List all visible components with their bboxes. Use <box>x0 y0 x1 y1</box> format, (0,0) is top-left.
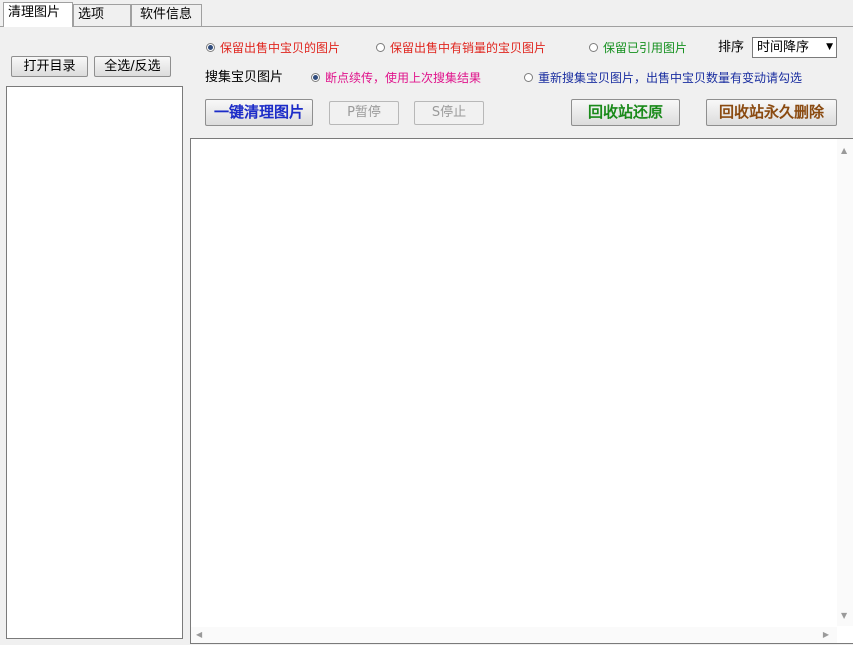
scroll-right-icon[interactable]: ▶ <box>823 631 829 639</box>
tab-software-info-label: 软件信息 <box>140 7 193 22</box>
stop-label: S停止 <box>431 105 467 120</box>
resume-collect-option[interactable]: 断点续传，使用上次搜集结果 <box>311 70 511 86</box>
pause-label: P暂停 <box>347 105 381 120</box>
keep-referenced-images-radio[interactable] <box>589 43 598 52</box>
one-click-clean-label: 一键清理图片 <box>213 103 304 121</box>
keep-sold-images-option[interactable]: 保留出售中有销量的宝贝图片 <box>376 40 571 56</box>
tab-options[interactable]: 选项 <box>73 4 131 26</box>
open-directory-button[interactable]: 打开目录 <box>11 56 88 77</box>
keep-referenced-images-label: 保留已引用图片 <box>603 41 688 55</box>
vertical-scrollbar[interactable]: ▲ ▼ <box>837 139 853 626</box>
recycle-permanent-delete-button[interactable]: 回收站永久删除 <box>706 99 837 126</box>
resume-collect-label: 断点续传，使用上次搜集结果 <box>325 71 482 85</box>
recollect-images-radio[interactable] <box>524 73 533 82</box>
scroll-left-icon[interactable]: ◀ <box>196 631 202 639</box>
tab-software-info[interactable]: 软件信息 <box>131 4 202 26</box>
resume-collect-radio[interactable] <box>311 73 320 82</box>
keep-sold-images-label: 保留出售中有销量的宝贝图片 <box>390 41 547 55</box>
tab-strip-border <box>0 26 853 27</box>
directory-list[interactable] <box>6 86 183 639</box>
stop-button[interactable]: S停止 <box>414 101 484 125</box>
select-all-toggle-label: 全选/反选 <box>104 59 161 74</box>
keep-selling-images-label: 保留出售中宝贝的图片 <box>220 41 341 55</box>
chevron-down-icon: ▼ <box>826 42 833 52</box>
tab-clean-images[interactable]: 清理图片 <box>3 2 73 27</box>
horizontal-scrollbar[interactable]: ◀ ▶ <box>191 627 837 643</box>
tab-clean-images-label: 清理图片 <box>8 5 61 20</box>
select-all-toggle-button[interactable]: 全选/反选 <box>94 56 171 77</box>
collect-images-label: 搜集宝贝图片 <box>205 70 284 85</box>
keep-sold-images-radio[interactable] <box>376 43 385 52</box>
scroll-down-icon[interactable]: ▼ <box>841 612 847 620</box>
open-directory-label: 打开目录 <box>23 59 76 74</box>
keep-referenced-images-option[interactable]: 保留已引用图片 <box>589 40 704 56</box>
recycle-restore-button[interactable]: 回收站还原 <box>571 99 680 126</box>
keep-selling-images-option[interactable]: 保留出售中宝贝的图片 <box>206 40 361 56</box>
tab-options-label: 选项 <box>78 7 105 22</box>
sort-label: 排序 <box>718 40 745 55</box>
keep-selling-images-radio[interactable] <box>206 43 215 52</box>
recycle-permanent-delete-label: 回收站永久删除 <box>718 103 824 121</box>
pause-button[interactable]: P暂停 <box>329 101 399 125</box>
recollect-images-option[interactable]: 重新搜集宝贝图片，出售中宝贝数量有变动请勾选 <box>524 70 844 86</box>
recycle-restore-label: 回收站还原 <box>587 103 663 121</box>
sort-select[interactable]: 时间降序 ▼ <box>752 37 837 58</box>
image-preview-area[interactable]: ▲ ▼ ◀ ▶ <box>190 138 853 644</box>
scroll-up-icon[interactable]: ▲ <box>841 147 847 155</box>
recollect-images-label: 重新搜集宝贝图片，出售中宝贝数量有变动请勾选 <box>538 71 803 85</box>
sort-select-value: 时间降序 <box>757 40 810 55</box>
one-click-clean-button[interactable]: 一键清理图片 <box>205 99 313 126</box>
